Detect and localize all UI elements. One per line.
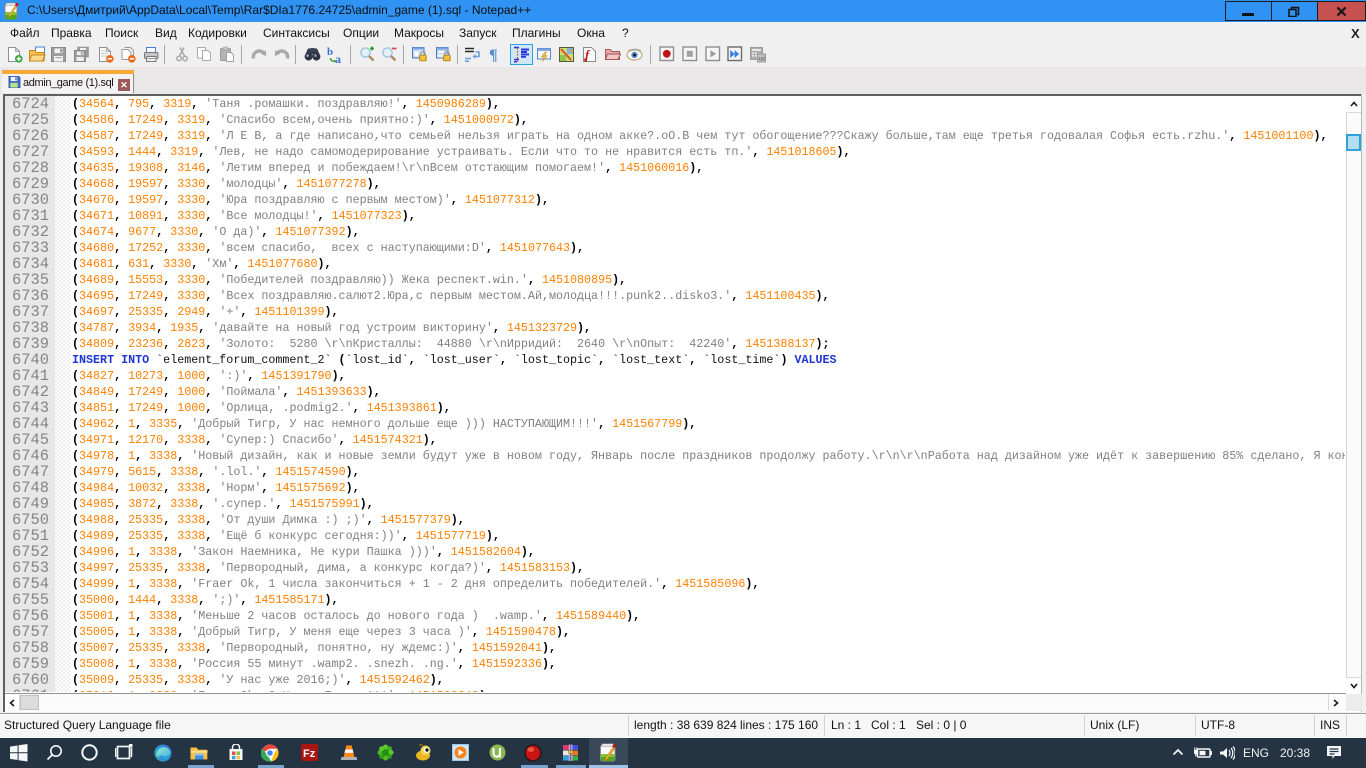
- svg-text:Fz: Fz: [303, 748, 316, 760]
- svg-text:uc: uc: [759, 57, 767, 63]
- svg-text:a: a: [335, 52, 341, 64]
- svg-text:b: b: [327, 46, 333, 58]
- svg-text:¶: ¶: [489, 47, 498, 64]
